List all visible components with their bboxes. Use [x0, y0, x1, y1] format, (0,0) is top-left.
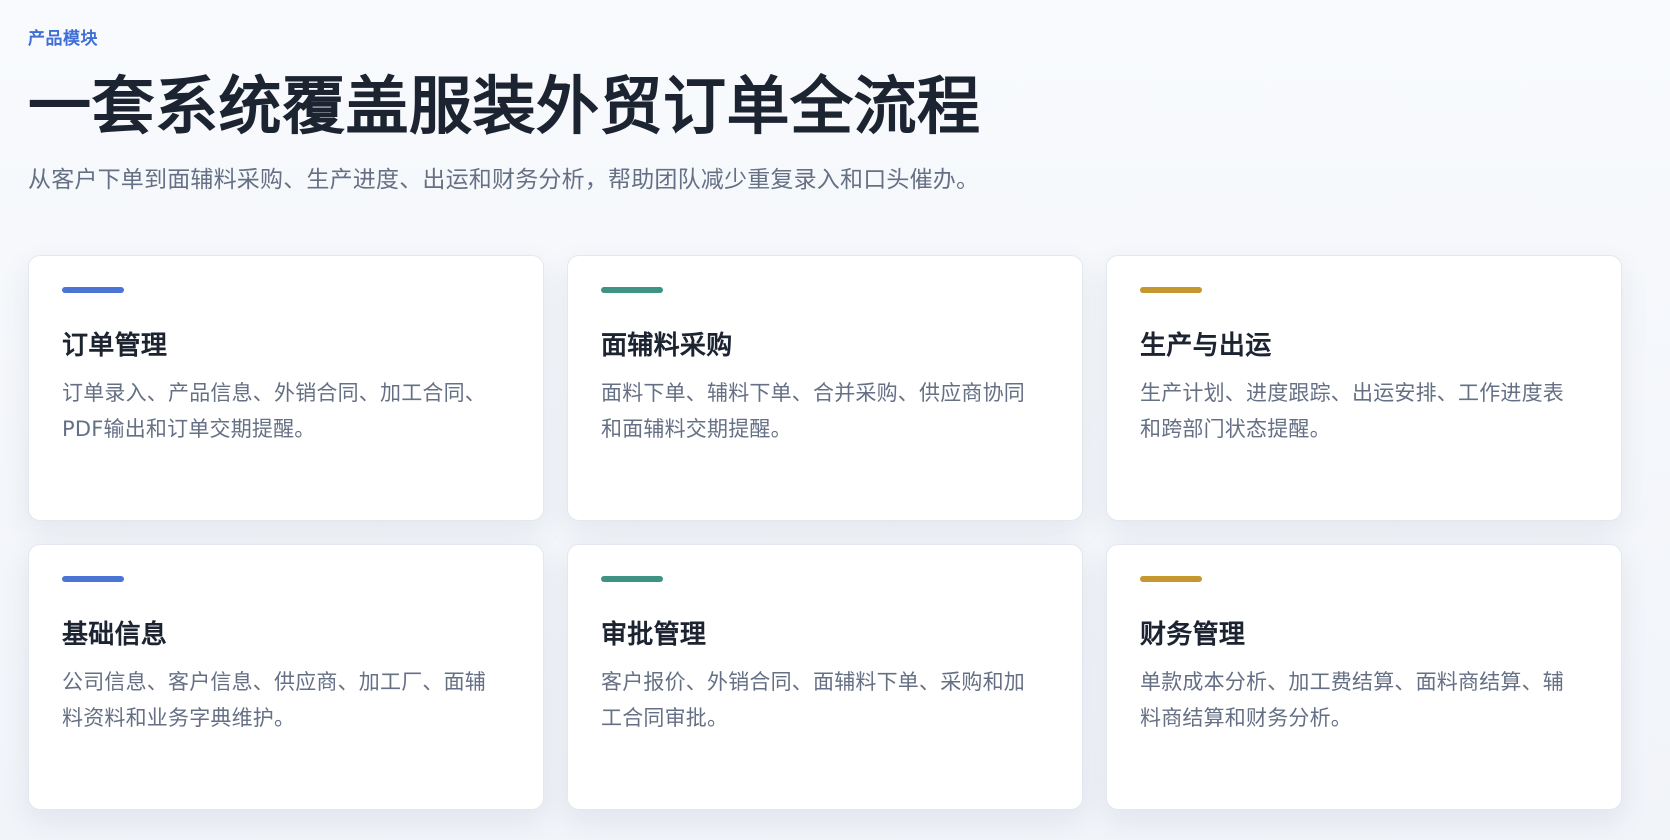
card-description: 公司信息、客户信息、供应商、加工厂、面辅料资料和业务字典维护。 — [62, 670, 486, 730]
card-accent-bar — [62, 576, 124, 582]
card-accent-bar — [601, 287, 663, 293]
module-card-grid: 订单管理 订单录入、产品信息、外销合同、加工合同、PDF输出和订单交期提醒。 面… — [28, 255, 1622, 810]
card-title: 订单管理 — [62, 331, 168, 361]
card-description: 客户报价、外销合同、面辅料下单、采购和加工合同审批。 — [601, 670, 1025, 730]
page-subtitle: 从客户下单到面辅料采购、生产进度、出运和财务分析，帮助团队减少重复录入和口头催办… — [28, 167, 980, 193]
card-title: 生产与出运 — [1140, 331, 1272, 361]
module-card-finance-management: 财务管理 单款成本分析、加工费结算、面料商结算、辅料商结算和财务分析。 — [1106, 544, 1622, 810]
card-description: 订单录入、产品信息、外销合同、加工合同、PDF输出和订单交期提醒。 — [62, 381, 486, 441]
card-description: 面料下单、辅料下单、合并采购、供应商协同和面辅料交期提醒。 — [601, 381, 1025, 441]
card-title: 基础信息 — [62, 620, 168, 650]
card-accent-bar — [1140, 287, 1202, 293]
card-accent-bar — [601, 576, 663, 582]
section-eyebrow: 产品模块 — [28, 29, 98, 49]
card-accent-bar — [1140, 576, 1202, 582]
card-description: 生产计划、进度跟踪、出运安排、工作进度表和跨部门状态提醒。 — [1140, 381, 1564, 441]
module-card-production-shipping: 生产与出运 生产计划、进度跟踪、出运安排、工作进度表和跨部门状态提醒。 — [1106, 255, 1622, 521]
card-title: 审批管理 — [601, 620, 707, 650]
module-card-approval-management: 审批管理 客户报价、外销合同、面辅料下单、采购和加工合同审批。 — [567, 544, 1083, 810]
module-card-basic-information: 基础信息 公司信息、客户信息、供应商、加工厂、面辅料资料和业务字典维护。 — [28, 544, 544, 810]
module-card-order-management: 订单管理 订单录入、产品信息、外销合同、加工合同、PDF输出和订单交期提醒。 — [28, 255, 544, 521]
page-title: 一套系统覆盖服装外贸订单全流程 — [28, 70, 981, 143]
card-accent-bar — [62, 287, 124, 293]
module-card-material-purchasing: 面辅料采购 面料下单、辅料下单、合并采购、供应商协同和面辅料交期提醒。 — [567, 255, 1083, 521]
card-description: 单款成本分析、加工费结算、面料商结算、辅料商结算和财务分析。 — [1140, 670, 1564, 730]
card-title: 面辅料采购 — [601, 331, 733, 361]
card-title: 财务管理 — [1140, 620, 1246, 650]
product-modules-page: 产品模块 一套系统覆盖服装外贸订单全流程 从客户下单到面辅料采购、生产进度、出运… — [0, 0, 1670, 840]
